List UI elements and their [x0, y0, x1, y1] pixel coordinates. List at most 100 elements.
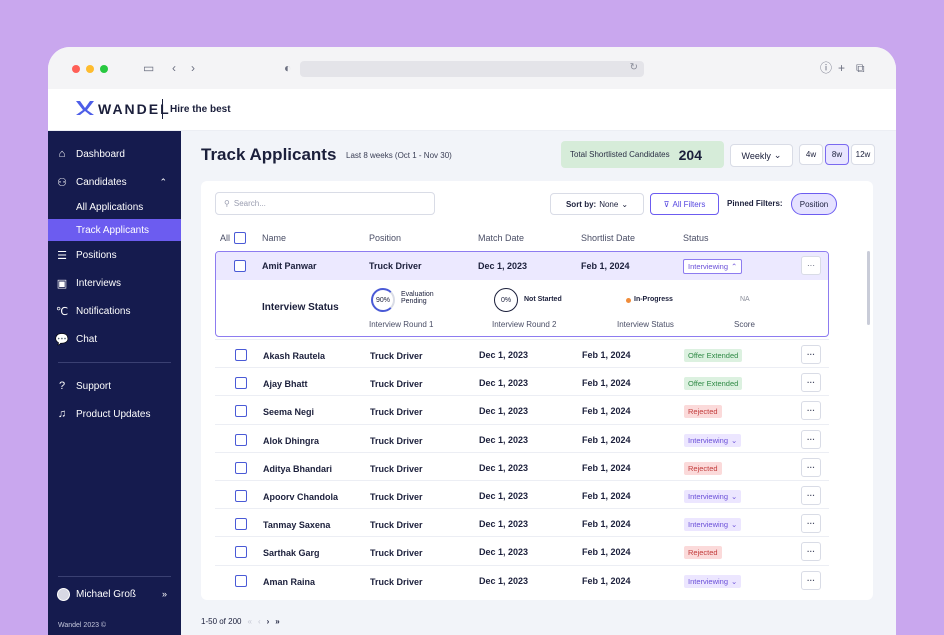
table-row[interactable]: Amit Panwar Truck Driver Dec 1, 2023 Feb…	[216, 252, 828, 280]
sidebar-item-all-applications[interactable]: All Applications	[48, 196, 181, 218]
search-input[interactable]: ⚲ Search...	[215, 192, 435, 215]
sort-dropdown[interactable]: Sort by: None ⌄	[550, 193, 644, 215]
column-status[interactable]: Status	[683, 233, 709, 243]
sidebar-item-candidates[interactable]: ⚇ Candidates ⌃	[48, 171, 181, 193]
brand-name: WANDEL	[98, 101, 171, 117]
shield-icon[interactable]: ◐	[284, 61, 291, 75]
status-badge[interactable]: Interviewing ⌄	[684, 574, 742, 588]
row-checkbox[interactable]	[235, 433, 247, 446]
applicant-name: Amit Panwar	[262, 261, 317, 271]
table-row[interactable]: Aman Raina Truck Driver Dec 1, 2023 Feb 1, …	[201, 567, 873, 595]
chevron-down-icon: ⌄	[731, 492, 738, 501]
position-filter-chip[interactable]: Position	[791, 193, 837, 215]
back-icon[interactable]: ‹	[172, 61, 176, 75]
table-row[interactable]: Akash Rautela Truck Driver Dec 1, 2023 Feb …	[201, 341, 873, 369]
table-row[interactable]: Aditya Bhandari Truck Driver Dec 1, 2023 Fe…	[201, 454, 873, 482]
address-bar[interactable]: ↻	[300, 61, 644, 77]
row-checkbox[interactable]	[235, 405, 247, 418]
more-actions-button[interactable]: ···	[801, 570, 821, 590]
column-match-date[interactable]: Match Date	[478, 233, 524, 243]
prev-page-icon[interactable]: ‹	[258, 617, 261, 626]
sidebar-item-interviews[interactable]: ▣ Interviews	[48, 272, 181, 294]
table-row[interactable]: Apoorv Chandola Truck Driver Dec 1, 2023 Fe…	[201, 482, 873, 510]
first-page-icon[interactable]: «	[247, 617, 251, 626]
column-name[interactable]: Name	[262, 233, 286, 243]
select-all-checkbox[interactable]	[234, 232, 246, 244]
new-tab-icon[interactable]: +	[838, 61, 845, 75]
row-checkbox[interactable]	[235, 461, 247, 474]
match-date: Dec 1, 2023	[479, 378, 529, 389]
period-dropdown[interactable]: Weekly ⌄	[730, 144, 793, 167]
row-checkbox[interactable]	[235, 518, 247, 531]
sidebar-item-support[interactable]: ? Support	[48, 375, 181, 397]
more-actions-button[interactable]: ···	[801, 345, 821, 364]
user-profile[interactable]: Michael Groß »	[48, 583, 181, 605]
row-checkbox[interactable]	[235, 490, 247, 502]
match-date: Dec 1, 2023	[479, 547, 529, 558]
chat-icon: 💬	[55, 333, 69, 346]
more-actions-button[interactable]: ···	[801, 457, 821, 477]
shortlist-date: Feb 1, 2024	[582, 434, 631, 445]
range-4w-button[interactable]: 4w	[799, 144, 823, 165]
more-actions-button[interactable]: ···	[801, 429, 821, 449]
table-row[interactable]: Ajay Bhatt Truck Driver Dec 1, 2023 Feb 1, …	[201, 369, 873, 397]
sidebar-item-chat[interactable]: 💬 Chat	[48, 328, 181, 350]
applicant-position: Truck Driver	[370, 548, 423, 559]
next-page-icon[interactable]: ›	[267, 617, 270, 626]
status-badge[interactable]: Interviewing ⌄	[684, 490, 742, 503]
more-actions-button[interactable]: ···	[801, 373, 821, 393]
row-checkbox[interactable]	[235, 349, 247, 361]
forward-icon[interactable]: ›	[191, 61, 195, 75]
info-icon[interactable]: ⓘ	[820, 61, 832, 75]
more-actions-button[interactable]: ···	[801, 486, 821, 505]
table-row[interactable]: Sarthak Garg Truck Driver Dec 1, 2023 Feb 1…	[201, 538, 873, 566]
reload-icon[interactable]: ↻	[630, 62, 638, 73]
row-checkbox[interactable]	[235, 546, 247, 559]
applicant-position: Truck Driver	[369, 261, 422, 271]
table-row[interactable]: Alok Dhingra Truck Driver Dec 1, 2023 Feb 1…	[201, 426, 873, 454]
column-position[interactable]: Position	[369, 233, 401, 243]
close-window-button[interactable]	[72, 65, 80, 73]
sidebar-divider	[58, 362, 171, 363]
scrollbar[interactable]	[867, 251, 870, 325]
pinned-filters-label: Pinned Filters:	[727, 199, 783, 208]
row-checkbox[interactable]	[235, 574, 247, 587]
column-shortlist-date[interactable]: Shortlist Date	[581, 233, 635, 243]
sidebar-item-track-applicants[interactable]: Track Applicants	[48, 219, 181, 241]
range-12w-button[interactable]: 12w	[851, 144, 875, 165]
row-divider	[215, 367, 829, 369]
all-filters-button[interactable]: ⊽ All Filters	[650, 193, 719, 215]
range-8w-button[interactable]: 8w	[825, 144, 849, 165]
interview-status-caption: Interview Status	[617, 320, 674, 329]
minimize-window-button[interactable]	[86, 65, 94, 73]
chevron-up-icon[interactable]: ⌃	[159, 177, 167, 188]
table-row[interactable]: Seema Negi Truck Driver Dec 1, 2023 Feb 1, …	[201, 397, 873, 425]
page-range: 1-50 of 200	[201, 617, 242, 626]
more-actions-button[interactable]: ···	[801, 256, 821, 275]
table-row[interactable]: Tanmay Saxena Truck Driver Dec 1, 2023 Feb …	[201, 510, 873, 538]
chevron-down-icon: ⌄	[731, 576, 738, 586]
more-actions-button[interactable]: ···	[801, 542, 821, 562]
in-progress-dot-icon	[626, 298, 631, 303]
row-checkbox[interactable]	[234, 260, 246, 272]
last-page-icon[interactable]: »	[275, 617, 279, 626]
status-dropdown[interactable]: Interviewing ⌃	[683, 259, 743, 274]
shortlist-date: Feb 1, 2024	[582, 575, 631, 586]
brand-divider	[162, 99, 163, 119]
status-badge[interactable]: Interviewing ⌄	[684, 433, 742, 447]
row-divider	[215, 395, 829, 397]
double-chevron-right-icon[interactable]: »	[162, 589, 167, 599]
status-badge: Rejected	[684, 546, 722, 560]
more-actions-button[interactable]: ···	[801, 401, 821, 421]
maximize-window-button[interactable]	[100, 65, 108, 73]
shortlist-date: Feb 1, 2024	[582, 519, 631, 530]
sidebar-toggle-icon[interactable]: ▭	[143, 61, 154, 75]
sidebar-item-product-updates[interactable]: ♫ Product Updates	[48, 403, 181, 425]
sidebar-item-positions[interactable]: ☰ Positions	[48, 244, 181, 266]
more-actions-button[interactable]: ···	[801, 514, 821, 534]
sidebar-item-dashboard[interactable]: ⌂ Dashboard	[48, 143, 181, 165]
status-badge[interactable]: Interviewing ⌄	[684, 518, 742, 532]
row-checkbox[interactable]	[235, 377, 247, 390]
sidebar-item-notifications[interactable]: ℃ Notifications	[48, 300, 181, 322]
tabs-overview-icon[interactable]: ⧉	[856, 61, 865, 75]
